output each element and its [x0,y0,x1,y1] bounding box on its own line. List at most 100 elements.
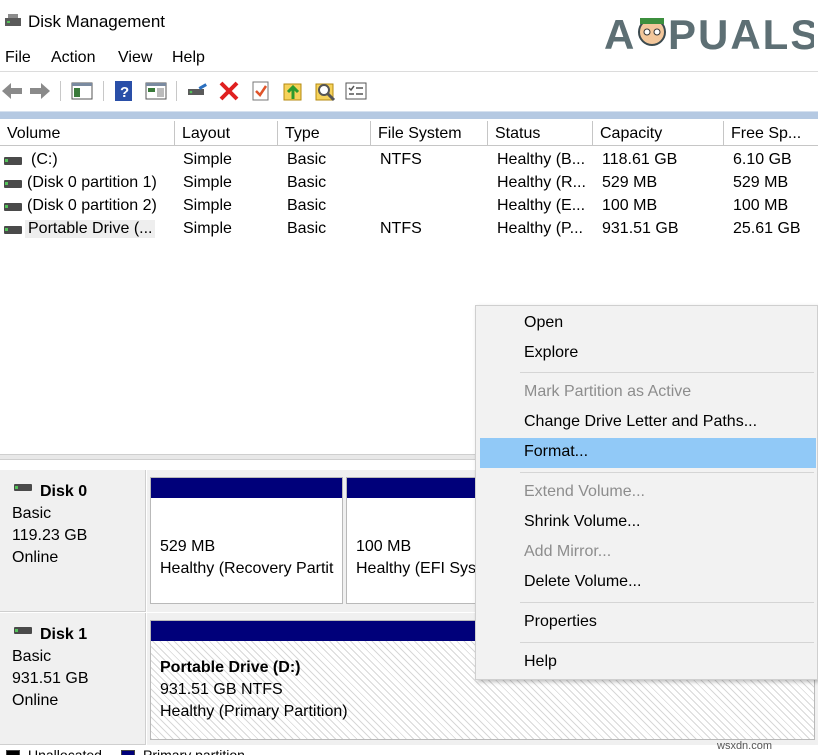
drive-icon [4,180,22,188]
partition-size: 931.51 GB NTFS [160,681,283,698]
menu-item-add-mirror: Add Mirror... [480,538,816,568]
primary-partition-swatch [121,750,135,755]
partition-status: Healthy (Primary Partition) [160,703,348,720]
menu-action[interactable]: Action [51,49,95,67]
watermark: wsxdn.com [717,740,773,752]
disk-1-label[interactable]: Disk 1 Basic 931.51 GB Online [0,613,146,745]
partition-recovery[interactable]: 529 MB Healthy (Recovery Partit [150,477,343,604]
disk-icon [14,627,32,634]
menu-item-label: Change Drive Letter and Paths... [524,413,758,430]
volume-free-space: 25.61 GB [733,220,801,237]
menu-item-label: Format... [524,443,589,460]
list-view-icon[interactable] [344,79,368,103]
check-icon[interactable] [249,79,273,103]
rescan-icon[interactable] [313,79,337,103]
partition-status: Healthy (Recovery Partit [160,560,334,577]
connect-icon[interactable] [185,79,209,103]
column-header-file-system[interactable]: File System [371,121,488,146]
drive-icon [4,157,22,165]
volume-type: Basic [287,151,327,168]
toolbar-divider-strip [0,111,818,119]
menu-separator [520,372,814,373]
menu-separator [520,472,814,473]
delete-icon[interactable] [217,79,241,103]
column-header-type[interactable]: Type [278,121,371,146]
partition-size: 100 MB [356,538,412,555]
legend-unallocated: Unallocated [28,747,102,755]
menu-item-explore[interactable]: Explore [480,339,816,369]
volume-capacity: 931.51 GB [602,220,679,237]
menu-item-delete-volume[interactable]: Delete Volume... [480,568,816,598]
volume-capacity: 118.61 GB [602,151,678,168]
partition-title: Portable Drive (D:) [160,659,301,676]
menu-item-label: Extend Volume... [524,483,645,500]
forward-arrow-icon[interactable] [28,79,52,103]
menu-item-format[interactable]: Format... [480,438,816,468]
column-header-status[interactable]: Status [488,121,593,146]
volume-row[interactable]: (C:) Simple Basic NTFS Healthy (B... 118… [0,149,818,172]
menu-item-label: Explore [524,344,579,361]
partition-status: Healthy (EFI Syst [356,560,481,577]
volume-type: Basic [287,197,327,214]
column-header-volume[interactable]: Volume [0,121,175,146]
help-icon[interactable]: ? [112,79,136,103]
disk-name: Disk 1 [40,626,88,643]
volume-type: Basic [287,174,327,191]
toolbar-separator [176,81,177,101]
volume-capacity: 100 MB [602,197,658,214]
menu-item-mark-partition-active: Mark Partition as Active [480,378,816,408]
legend-primary: Primary partition [143,747,245,755]
menu-help[interactable]: Help [172,49,205,67]
menu-item-label: Open [524,314,564,331]
menu-item-label: Delete Volume... [524,573,642,590]
unallocated-swatch [6,750,20,755]
menu-item-shrink-volume[interactable]: Shrink Volume... [480,508,816,538]
menu-separator [520,642,814,643]
column-header-capacity[interactable]: Capacity [593,121,724,146]
properties-icon[interactable] [144,79,168,103]
toolbar-separator [60,81,61,101]
partition-efi[interactable]: 100 MB Healthy (EFI Syst [346,477,486,604]
volume-status: Healthy (P... [497,220,583,237]
disk-type: Basic [12,648,52,665]
volume-layout: Simple [183,151,232,168]
svg-text:?: ? [120,84,129,101]
menu-item-label: Shrink Volume... [524,513,641,530]
volume-file-system: NTFS [380,220,422,237]
volume-free-space: 529 MB [733,174,789,191]
menu-item-properties[interactable]: Properties [480,608,816,638]
menu-item-extend-volume: Extend Volume... [480,478,816,508]
disk-type: Basic [12,505,52,522]
volume-type: Basic [287,220,327,237]
volume-row[interactable]: (Disk 0 partition 2) Simple Basic Health… [0,195,818,218]
drive-icon [4,203,22,211]
volume-row-selected[interactable]: Portable Drive (... Simple Basic NTFS He… [0,218,818,241]
menu-item-label: Properties [524,613,597,630]
menu-item-help[interactable]: Help [480,648,816,678]
console-tree-icon[interactable] [70,79,94,103]
toolbar-separator [103,81,104,101]
volume-layout: Simple [183,220,232,237]
window-title: Disk Management [28,12,166,31]
partition-bar [151,478,342,498]
menu-item-change-drive-letter[interactable]: Change Drive Letter and Paths... [480,408,816,438]
partition-size: 529 MB [160,538,216,555]
menu-file[interactable]: File [5,49,31,67]
menu-bar: File Action View Help [0,44,818,72]
column-header-layout[interactable]: Layout [175,121,278,146]
disk-icon [14,484,32,491]
import-icon[interactable] [281,79,305,103]
column-header-free-space[interactable]: Free Sp... [724,121,818,146]
title-bar: Disk Management A PUALS [0,0,818,58]
volume-row[interactable]: (Disk 0 partition 1) Simple Basic Health… [0,172,818,195]
menu-separator [520,602,814,603]
disk-state: Online [12,692,59,709]
menu-item-open[interactable]: Open [480,309,816,339]
legend: Unallocated Primary partition [0,746,818,755]
disk-size: 119.23 GB [12,527,88,544]
context-menu: Open Explore Mark Partition as Active Ch… [475,305,818,680]
disk-0-label[interactable]: Disk 0 Basic 119.23 GB Online [0,470,146,612]
volume-layout: Simple [183,174,232,191]
menu-view[interactable]: View [118,49,152,67]
back-arrow-icon[interactable] [0,79,24,103]
